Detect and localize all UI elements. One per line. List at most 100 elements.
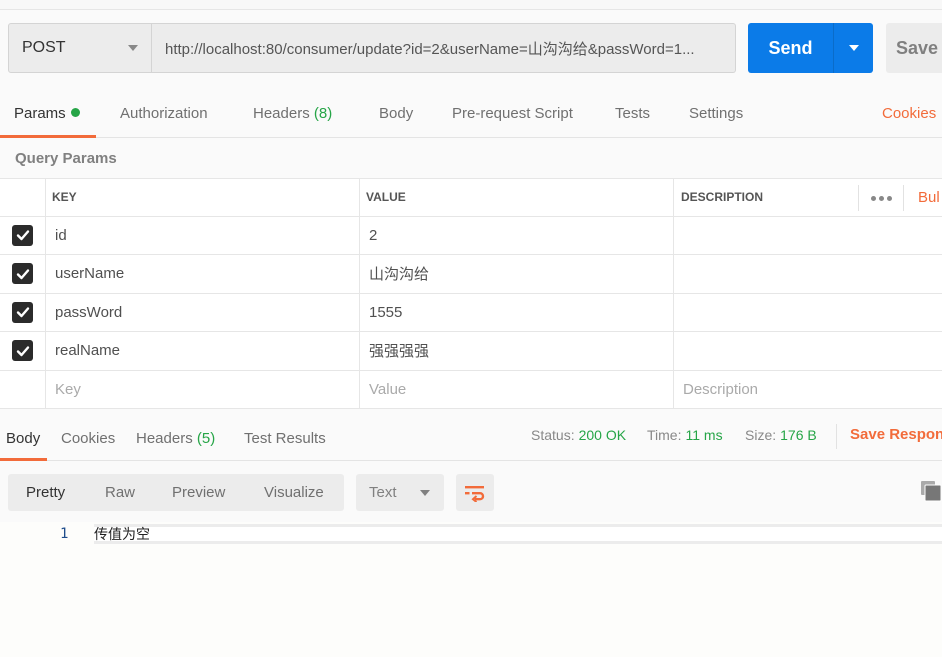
table-row: id 2 xyxy=(0,216,942,255)
more-options-button[interactable] xyxy=(858,185,904,211)
response-tabs: Body Cookies Headers (5) Test Results St… xyxy=(0,420,942,461)
line-number: 1 xyxy=(60,526,69,542)
method-label: POST xyxy=(22,39,66,56)
param-checkbox[interactable] xyxy=(12,340,33,362)
checkmark-icon xyxy=(16,230,29,241)
param-description[interactable] xyxy=(674,294,942,332)
tab-label: Test Results xyxy=(244,430,326,447)
status-value[interactable]: 200 OK xyxy=(579,427,626,443)
status-readout: Status: 200 OK xyxy=(531,427,626,443)
column-header-value: VALUE xyxy=(360,179,674,216)
param-key[interactable]: passWord xyxy=(46,293,360,331)
column-header-key: KEY xyxy=(46,179,360,216)
param-description[interactable] xyxy=(674,217,942,255)
size-value[interactable]: 176 B xyxy=(780,427,817,443)
tab-label: Body xyxy=(379,105,414,122)
view-raw-button[interactable]: Raw xyxy=(105,474,135,511)
new-param-row: Key Value Description xyxy=(0,370,942,409)
time-value[interactable]: 11 ms xyxy=(685,427,722,443)
new-key-input[interactable]: Key xyxy=(46,370,360,408)
url-input[interactable]: http://localhost:80/consumer/update?id=2… xyxy=(152,23,736,73)
tab-label: Headers xyxy=(253,105,310,122)
format-select-value: Text xyxy=(369,484,397,501)
url-bar: POST http://localhost:80/consumer/update… xyxy=(8,23,736,73)
query-params-title: Query Params xyxy=(15,150,117,167)
copy-button[interactable] xyxy=(920,480,942,502)
check-cell xyxy=(0,216,46,254)
param-key[interactable]: realName xyxy=(46,332,360,370)
param-description[interactable] xyxy=(674,255,942,293)
send-button[interactable]: Send xyxy=(748,23,834,73)
send-button-group: Send xyxy=(748,23,873,73)
tab-label: Tests xyxy=(615,105,651,122)
checkmark-icon xyxy=(16,307,29,318)
send-options-button[interactable] xyxy=(834,23,873,73)
copy-icon xyxy=(921,481,942,502)
cookies-link[interactable]: Cookies xyxy=(882,105,936,122)
table-row: userName 山沟沟给 xyxy=(0,255,942,294)
tab-body[interactable]: Body xyxy=(379,105,413,137)
status-label: Status: xyxy=(531,427,575,443)
param-description[interactable] xyxy=(674,332,942,370)
check-cell xyxy=(0,255,46,293)
chevron-down-icon xyxy=(128,45,138,51)
chevron-down-icon xyxy=(420,490,430,496)
checkmark-icon xyxy=(16,269,29,279)
format-select[interactable]: Text xyxy=(356,474,444,511)
view-preview-button[interactable]: Preview xyxy=(172,474,225,511)
tab-label: Headers xyxy=(136,430,193,447)
method-select[interactable]: POST xyxy=(8,23,152,73)
param-checkbox[interactable] xyxy=(12,301,33,323)
param-value[interactable]: 山沟沟给 xyxy=(360,255,674,293)
dot-icon xyxy=(878,195,884,201)
param-value[interactable]: 强强强强 xyxy=(360,332,674,370)
save-response-button[interactable]: Save Respons xyxy=(850,426,942,443)
new-description-input[interactable]: Description xyxy=(674,371,942,409)
dot-icon xyxy=(870,195,876,201)
tab-label: Authorization xyxy=(120,105,208,122)
wrap-lines-icon xyxy=(465,485,485,502)
request-tabs: Params Authorization Headers (8) Body Pr… xyxy=(0,97,942,138)
param-key[interactable]: userName xyxy=(46,255,360,293)
response-body-editor[interactable]: 1 传值为空 xyxy=(0,522,942,657)
param-value[interactable]: 2 xyxy=(360,216,674,254)
view-pretty-button[interactable]: Pretty xyxy=(26,474,65,511)
headers-count: (8) xyxy=(313,105,333,122)
tab-label: Settings xyxy=(689,105,744,122)
response-tab-test-results[interactable]: Test Results xyxy=(244,430,326,461)
tab-tests[interactable]: Tests xyxy=(615,105,650,137)
tab-authorization[interactable]: Authorization xyxy=(120,105,208,137)
save-button[interactable]: Save xyxy=(886,23,942,73)
tab-settings[interactable]: Settings xyxy=(689,105,743,137)
check-cell xyxy=(0,293,46,331)
params-table: KEY VALUE DESCRIPTION Bul id 2 userName … xyxy=(0,178,942,409)
param-key[interactable]: id xyxy=(46,216,360,254)
tab-label: Params xyxy=(14,105,66,122)
check-cell xyxy=(0,332,46,370)
new-value-input[interactable]: Value xyxy=(360,370,674,408)
active-dot-icon xyxy=(70,108,80,117)
table-row: passWord 1555 xyxy=(0,293,942,332)
tab-headers[interactable]: Headers (8) xyxy=(253,105,332,137)
headers-count: (5) xyxy=(196,430,216,447)
wrap-lines-button[interactable] xyxy=(456,474,494,511)
param-checkbox[interactable] xyxy=(12,224,33,246)
bulk-edit-link[interactable]: Bul xyxy=(918,179,940,216)
response-tab-body[interactable]: Body xyxy=(0,430,48,461)
tab-params[interactable]: Params xyxy=(0,105,96,138)
param-checkbox[interactable] xyxy=(12,263,33,285)
response-tab-headers[interactable]: Headers (5) xyxy=(136,430,215,461)
chevron-down-icon xyxy=(848,45,859,51)
time-label: Time: xyxy=(647,427,682,443)
view-visualize-button[interactable]: Visualize xyxy=(264,474,324,511)
response-tab-cookies[interactable]: Cookies xyxy=(61,430,115,461)
tab-pre-request-script[interactable]: Pre-request Script xyxy=(452,105,573,137)
tab-label: Cookies xyxy=(61,430,116,447)
dot-icon xyxy=(886,195,892,201)
param-value[interactable]: 1555 xyxy=(360,293,674,331)
header-check-cell xyxy=(0,179,46,216)
tab-label: Body xyxy=(6,430,41,447)
time-readout: Time: 11 ms xyxy=(647,427,723,443)
divider xyxy=(836,424,837,449)
tab-label: Pre-request Script xyxy=(452,105,573,122)
